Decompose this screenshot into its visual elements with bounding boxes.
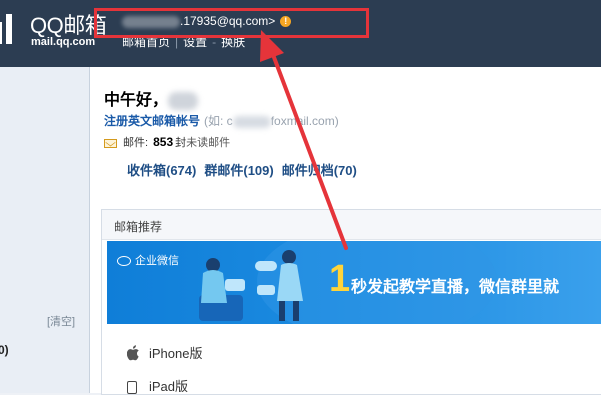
annotation-highlight-box [94, 8, 369, 38]
ipad-link[interactable]: iPad版 [127, 376, 188, 395]
unread-unit: 封 [175, 137, 187, 149]
ipad-label: iPad版 [149, 379, 189, 394]
sidebar [0, 67, 90, 393]
clear-link[interactable]: [清空] [47, 313, 75, 329]
mail-summary: 邮件: 853 封未读邮件 [104, 134, 230, 150]
redacted-username [168, 91, 199, 110]
mail-label: 邮件: [123, 137, 149, 149]
greeting: 中午好， [104, 86, 199, 110]
redacted-example [232, 115, 271, 128]
greeting-text: 中午好， [104, 92, 169, 109]
recommend-title: 邮箱推荐 [114, 220, 163, 234]
unread-link[interactable]: 未读邮件 [186, 137, 230, 149]
sidebar-count[interactable]: 0) [0, 343, 9, 357]
banner-number: 1 [329, 258, 351, 300]
iphone-label: iPhone版 [149, 346, 203, 361]
inbox-link[interactable]: 收件箱(674) [127, 163, 196, 178]
folder-links: 收件箱(674) 群邮件(109) 邮件归档(70) [127, 160, 365, 179]
qq-mail-logo-icon[interactable] [0, 12, 14, 44]
ipad-icon [127, 381, 137, 395]
wework-banner[interactable]: 企业微信 1 秒发起教学直播，微信群里就 [107, 241, 601, 324]
iphone-link[interactable]: iPhone版 [126, 343, 203, 364]
register-hint-suffix: foxmail.com) [270, 114, 339, 128]
envelope-icon [104, 138, 117, 148]
recommend-header: 邮箱推荐 [102, 210, 601, 240]
register-english-link[interactable]: 注册英文邮箱帐号 [104, 114, 200, 128]
apple-icon [126, 345, 141, 364]
unread-count[interactable]: 853 [153, 135, 173, 149]
archive-link[interactable]: 邮件归档(70) [282, 163, 357, 178]
group-mail-link[interactable]: 群邮件(109) [204, 163, 273, 178]
brand-domain: mail.qq.com [31, 36, 96, 48]
banner-text: 秒发起教学直播，微信群里就 [351, 279, 560, 296]
register-hint-prefix: (如: c [204, 114, 233, 128]
register-row: 注册英文邮箱帐号 (如: c foxmail.com) [104, 112, 339, 129]
recommend-panel: 邮箱推荐 企业微信 1 秒发起教学直播，微信群里就 [101, 209, 601, 395]
